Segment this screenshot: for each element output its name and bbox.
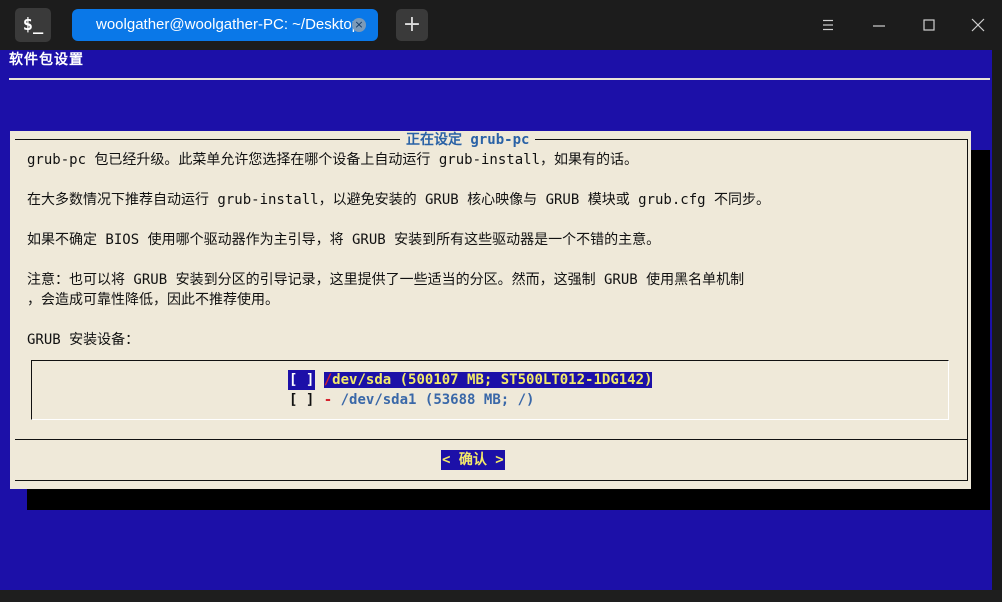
device-label: dev/sda (500107 MB; ST500LT012-1DG142): [332, 372, 653, 388]
terminal-app-icon[interactable]: $_: [15, 8, 51, 42]
device-option-sda[interactable]: [ ] /dev/sda (500107 MB; ST500LT012-1DG1…: [288, 370, 653, 390]
close-icon: [971, 18, 985, 32]
hamburger-menu-icon: [823, 19, 833, 31]
close-window-button[interactable]: [965, 12, 991, 38]
dialog-text-line: ，会造成可靠性降低，因此不推荐使用。: [27, 292, 279, 308]
dialog-text-line: 如果不确定 BIOS 使用哪个驱动器作为主引导，将 GRUB 安装到所有这些驱动…: [27, 232, 661, 248]
tab-close-icon[interactable]: ×: [352, 18, 366, 32]
terminal-scrollbar[interactable]: [992, 50, 1002, 590]
device-marker: -: [323, 392, 333, 408]
device-list-label: GRUB 安装设备：: [27, 332, 140, 348]
device-option-sda1[interactable]: [ ] - /dev/sda1 (53688 MB; /): [288, 390, 534, 410]
device-label: /dev/sda1 (53688 MB; /): [332, 392, 535, 408]
terminal-tab[interactable]: woolgather@woolgather-PC: ~/Desktop ×: [72, 9, 378, 41]
minimize-icon: [873, 25, 885, 27]
device-checkbox[interactable]: [ ]: [288, 370, 316, 390]
dialog-text-line: 注意：也可以将 GRUB 安装到分区的引导记录，这里提供了一些适当的分区。然而，…: [27, 272, 745, 288]
device-marker: /: [323, 372, 333, 388]
device-checkbox[interactable]: [ ]: [288, 390, 315, 410]
tab-title: woolgather@woolgather-PC: ~/Desktop: [96, 16, 361, 33]
menu-button[interactable]: [815, 12, 841, 38]
minimize-button[interactable]: [866, 12, 892, 38]
dialog-text-line: 在大多数情况下推荐自动运行 grub-install，以避免安装的 GRUB 核…: [27, 192, 771, 208]
backtitle-divider: [9, 78, 990, 80]
dialog-button-separator: [15, 439, 968, 440]
maximize-button[interactable]: [916, 12, 942, 38]
dialog-title: 正在设定 grub-pc: [400, 131, 536, 150]
title-bar: $_ woolgather@woolgather-PC: ~/Desktop ×…: [0, 0, 1002, 50]
new-tab-button[interactable]: +: [396, 9, 428, 41]
dialog-text-line: grub-pc 包已经升级。此菜单允许您选择在哪个设备上自动运行 grub-in…: [27, 152, 639, 168]
ok-button[interactable]: < 确认 >: [441, 450, 505, 470]
backtitle: 软件包设置: [9, 52, 84, 68]
window-bottom-edge: [0, 590, 1002, 602]
maximize-icon: [923, 19, 935, 31]
